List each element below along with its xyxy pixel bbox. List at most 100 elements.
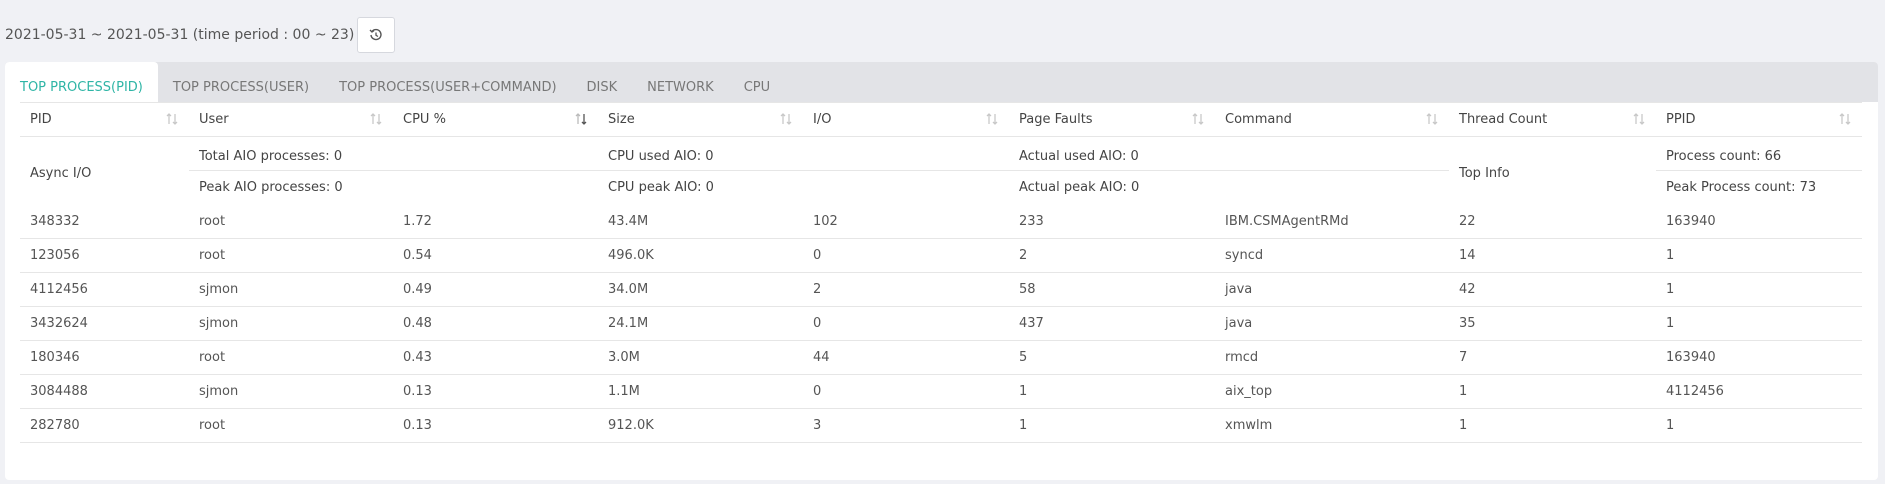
tab-top-process-user[interactable]: TOP PROCESS(USER) [158,62,324,102]
cell-size: 43.4M [598,204,803,239]
table-row[interactable]: 123056 root 0.54 496.0K 0 2 syncd 14 1 [20,238,1862,273]
cell-ppid: 1 [1656,306,1862,341]
process-table: Async I/O Total AIO processes: 0 CPU use… [20,102,1862,443]
cell-cpu-percent: 1.72 [393,204,598,239]
column-header-ppid[interactable]: PPID [1656,102,1862,137]
cell-ppid: 4112456 [1656,374,1862,409]
column-header-cpu-percent[interactable]: CPU % [393,102,598,137]
cell-size: 1.1M [598,374,803,409]
cell-command: java [1215,306,1449,341]
column-header-pid[interactable]: PID [20,102,189,137]
cell-pid: 123056 [20,238,189,273]
cell-thread-count: 14 [1449,238,1656,273]
tab-content: Async I/O Total AIO processes: 0 CPU use… [5,102,1878,443]
tab-cpu[interactable]: CPU [729,62,785,102]
cell-io: 2 [803,272,1009,307]
cell-page-faults: 1 [1009,374,1215,409]
column-header-label: PID [30,112,52,127]
cell-size: 3.0M [598,340,803,375]
cell-thread-count: 7 [1449,340,1656,375]
cell-pid: 282780 [20,408,189,443]
summary-section: Async I/O Total AIO processes: 0 CPU use… [20,136,1862,205]
table-row[interactable]: 348332 root 1.72 43.4M 102 233 IBM.CSMAgentRMd… [20,204,1862,239]
table-row[interactable]: 282780 root 0.13 912.0K 3 1 xmwlm 1 1 [20,408,1862,443]
cell-page-faults: 437 [1009,306,1215,341]
refresh-button[interactable] [357,17,396,53]
cell-user: root [189,238,393,273]
sort-descending-icon[interactable] [574,112,588,126]
cell-user: root [189,204,393,239]
tab-network[interactable]: NETWORK [632,62,729,102]
process-count: Process count: 66 [1656,136,1862,171]
sort-icon[interactable] [1838,112,1852,126]
peak-aio-processes: Peak AIO processes: 0 [199,180,343,196]
cell-page-faults: 233 [1009,204,1215,239]
cell-thread-count: 35 [1449,306,1656,341]
top-info-label: Top Info [1459,166,1510,182]
sort-icon[interactable] [985,112,999,126]
cell-io: 0 [803,306,1009,341]
column-header-label: Size [608,112,635,127]
sort-icon[interactable] [1191,112,1205,126]
table-row[interactable]: 3084488 sjmon 0.13 1.1M 0 1 aix_top 1 4112456 [20,374,1862,409]
table-row[interactable]: 3432624 sjmon 0.48 24.1M 0 437 java 35 1 [20,306,1862,341]
column-header-label: User [199,112,229,127]
tab-top-process-user-command[interactable]: TOP PROCESS(USER+COMMAND) [324,62,571,102]
table-row[interactable]: 180346 root 0.43 3.0M 44 5 rmcd 7 163940 [20,340,1862,375]
column-header-page-faults[interactable]: Page Faults [1009,102,1215,137]
cell-page-faults: 5 [1009,340,1215,375]
cell-user: sjmon [189,272,393,307]
table-header: PID User CPU % Size I/O Page Faults Command Thr… [20,102,1862,137]
column-header-command[interactable]: Command [1215,102,1449,137]
cell-ppid: 1 [1656,272,1862,307]
cell-ppid: 1 [1656,238,1862,273]
column-header-size[interactable]: Size [598,102,803,137]
column-header-thread-count[interactable]: Thread Count [1449,102,1656,137]
cell-pid: 180346 [20,340,189,375]
sort-icon[interactable] [1632,112,1646,126]
cell-size: 496.0K [598,238,803,273]
cell-io: 102 [803,204,1009,239]
sort-icon[interactable] [779,112,793,126]
cell-cpu-percent: 0.49 [393,272,598,307]
tab-top-process-pid[interactable]: TOP PROCESS(PID) [5,62,158,102]
cell-command: aix_top [1215,374,1449,409]
cell-io: 3 [803,408,1009,443]
cell-pid: 4112456 [20,272,189,307]
cell-cpu-percent: 0.48 [393,306,598,341]
cell-command: IBM.CSMAgentRMd [1215,204,1449,239]
cell-command: rmcd [1215,340,1449,375]
async-io-label: Async I/O [30,166,92,182]
column-header-io[interactable]: I/O [803,102,1009,137]
toolbar: 2021-05-31 ~ 2021-05-31 (time period : 0… [0,16,396,54]
peak-process-count: Peak Process count: 73 [1666,180,1817,196]
column-header-label: Page Faults [1019,112,1093,127]
cell-command: xmwlm [1215,408,1449,443]
cell-size: 24.1M [598,306,803,341]
cell-pid: 3432624 [20,306,189,341]
cell-pid: 348332 [20,204,189,239]
cell-thread-count: 1 [1449,408,1656,443]
tab-disk[interactable]: DISK [572,62,633,102]
column-header-label: PPID [1666,112,1696,127]
cell-page-faults: 58 [1009,272,1215,307]
sort-icon[interactable] [165,112,179,126]
cell-pid: 3084488 [20,374,189,409]
cell-page-faults: 1 [1009,408,1215,443]
sort-icon[interactable] [369,112,383,126]
column-header-label: I/O [813,112,832,127]
table-row[interactable]: 4112456 sjmon 0.49 34.0M 2 58 java 42 1 [20,272,1862,307]
sort-icon[interactable] [1425,112,1439,126]
cell-size: 912.0K [598,408,803,443]
cell-cpu-percent: 0.13 [393,374,598,409]
cell-io: 0 [803,238,1009,273]
column-header-user[interactable]: User [189,102,393,137]
tab-bar: TOP PROCESS(PID) TOP PROCESS(USER) TOP P… [5,62,1878,102]
cell-ppid: 163940 [1656,340,1862,375]
cell-ppid: 163940 [1656,204,1862,239]
cell-thread-count: 22 [1449,204,1656,239]
total-aio-processes: Total AIO processes: 0 [189,136,598,171]
cell-user: root [189,408,393,443]
history-icon [369,28,382,41]
cell-io: 44 [803,340,1009,375]
